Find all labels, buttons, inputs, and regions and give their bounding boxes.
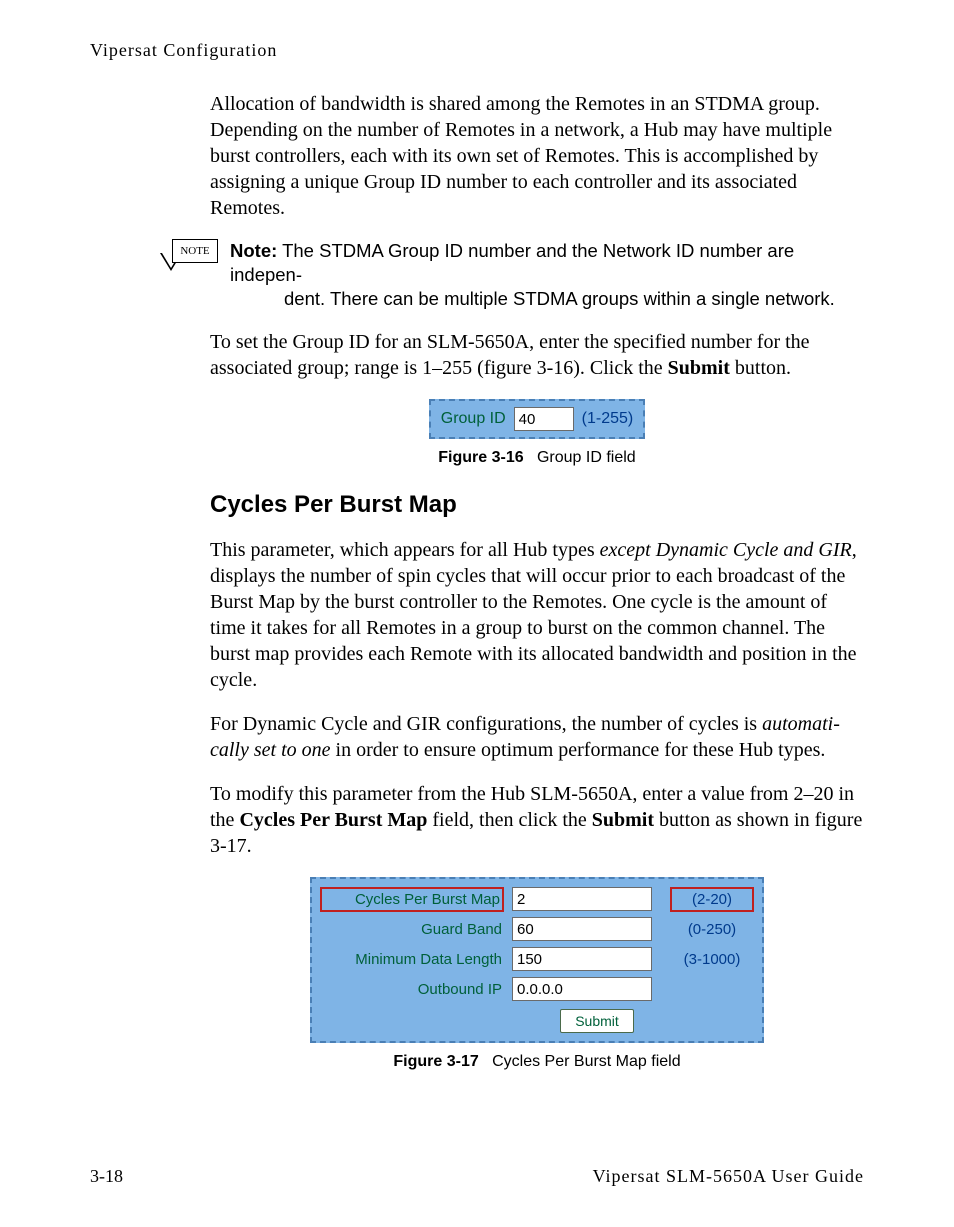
- submit-button[interactable]: Submit: [560, 1009, 634, 1033]
- form-label: Outbound IP: [322, 981, 502, 998]
- paragraph: To modify this parameter from the Hub SL…: [210, 781, 864, 859]
- form-range: (2-20): [672, 889, 752, 910]
- text: field, then click the: [427, 809, 591, 831]
- text-bold: Submit: [668, 357, 730, 379]
- paragraph: Allocation of bandwidth is shared among …: [210, 91, 864, 221]
- text: This parameter, which appears for all Hu…: [210, 539, 600, 561]
- paragraph: This parameter, which appears for all Hu…: [210, 537, 864, 693]
- caption-bold: Figure 3-17: [393, 1053, 478, 1070]
- note-prefix: Note:: [230, 240, 277, 261]
- figure-3-17-caption: Figure 3-17 Cycles Per Burst Map field: [210, 1053, 864, 1071]
- paragraph: To set the Group ID for an SLM-5650A, en…: [210, 329, 864, 381]
- form-input[interactable]: [512, 887, 652, 911]
- note-icon: NOTE: [160, 239, 220, 283]
- form-label: Cycles Per Burst Map: [322, 889, 502, 910]
- note-line2: dent. There can be multiple STDMA groups…: [284, 288, 835, 309]
- form-input[interactable]: [512, 977, 652, 1001]
- note-box-label: NOTE: [172, 239, 218, 263]
- footer-title: Vipersat SLM-5650A User Guide: [593, 1166, 864, 1187]
- note-line1: The STDMA Group ID number and the Networ…: [230, 240, 794, 285]
- figure-3-17-ui: Cycles Per Burst Map (2-20) Guard Band (0-2…: [310, 877, 764, 1043]
- caption-text: Cycles Per Burst Map field: [492, 1053, 681, 1070]
- text-bold: Cycles Per Burst Map: [239, 809, 427, 831]
- text: in order to ensure optimum performance f…: [331, 739, 826, 761]
- form-range: (0-250): [672, 921, 752, 938]
- form-label: Guard Band: [322, 921, 502, 938]
- text-bold: Submit: [592, 809, 654, 831]
- paragraph: For Dynamic Cycle and GIR configurations…: [210, 711, 864, 763]
- figure-3-16-ui: Group ID (1-255): [429, 399, 646, 439]
- figure-3-16-caption: Figure 3-16 Group ID field: [210, 449, 864, 467]
- text: button.: [730, 357, 791, 379]
- caption-text: Group ID field: [537, 449, 636, 466]
- note-text: Note: The STDMA Group ID number and the …: [230, 239, 864, 311]
- section-heading: Cycles Per Burst Map: [210, 491, 864, 519]
- running-header: Vipersat Configuration: [90, 40, 864, 61]
- form-label: Minimum Data Length: [322, 951, 502, 968]
- form-range: (3-1000): [672, 951, 752, 968]
- text: , displays the number of spin cycles tha…: [210, 539, 857, 691]
- group-id-range: (1-255): [582, 410, 634, 428]
- text-italic: except Dynamic Cycle and GIR: [600, 539, 852, 561]
- group-id-label: Group ID: [441, 410, 506, 428]
- form-input[interactable]: [512, 947, 652, 971]
- form-input[interactable]: [512, 917, 652, 941]
- group-id-input[interactable]: [514, 407, 574, 431]
- text: For Dynamic Cycle and GIR configurations…: [210, 713, 762, 735]
- caption-bold: Figure 3-16: [438, 449, 523, 466]
- page-number: 3-18: [90, 1166, 123, 1187]
